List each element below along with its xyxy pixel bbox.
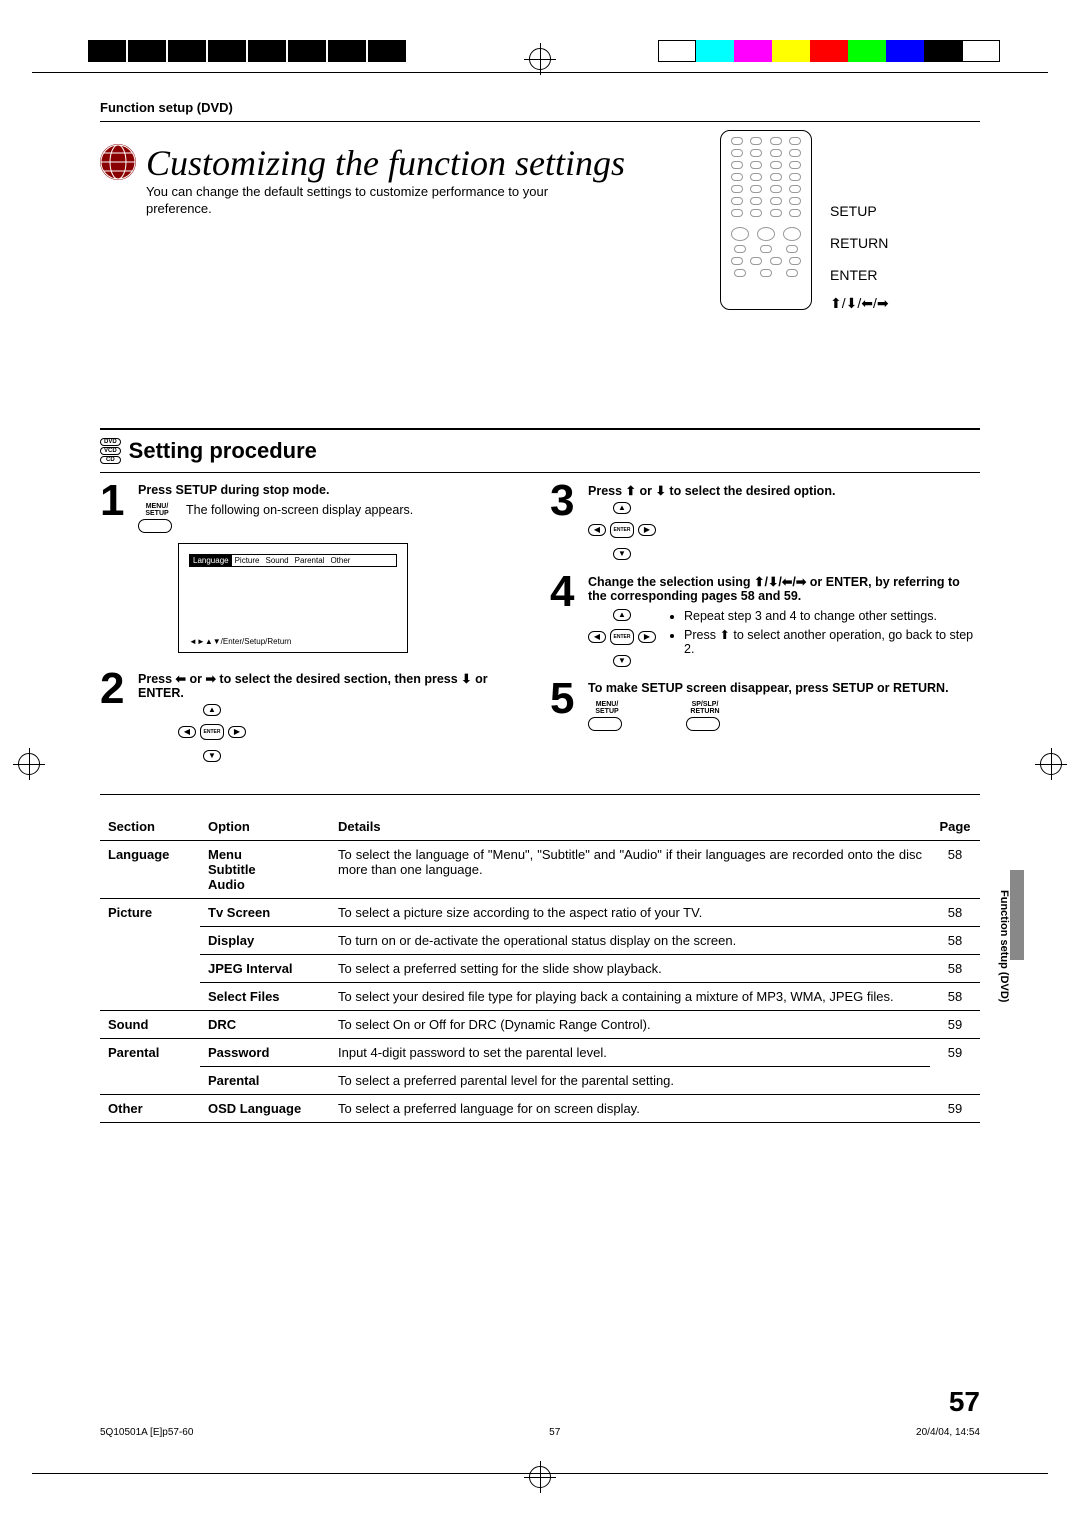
page-number: 57 [949, 1386, 980, 1418]
table-row: Select FilesTo select your desired file … [100, 982, 980, 1010]
step-4: 4 Change the selection using ⬆/⬇/⬅/➡ or … [550, 574, 980, 667]
crosshair-icon [18, 753, 40, 775]
dpad-icon: ▲▼ ◀▶ ENTER [588, 609, 656, 667]
step-1: 1 Press SETUP during stop mode. MENU/ SE… [100, 483, 530, 657]
table-row: LanguageMenu Subtitle AudioTo select the… [100, 840, 980, 898]
page-title: Customizing the function settings [146, 142, 625, 184]
crosshair-icon [1040, 753, 1062, 775]
section-header: Function setup (DVD) [100, 100, 980, 115]
step-4-bullet: Press ⬆ to select another operation, go … [684, 627, 980, 656]
step-4-bullet: Repeat step 3 and 4 to change other sett… [684, 609, 980, 623]
setup-button-icon: MENU/ SETUP [138, 503, 176, 533]
options-table: Section Option Details Page LanguageMenu… [100, 813, 980, 1123]
setup-button-icon: MENU/ SETUP [588, 701, 626, 731]
step-2: 2 Press ⬅ or ➡ to select the desired sec… [100, 671, 530, 762]
step-1-head: Press SETUP during stop mode. [138, 483, 530, 497]
remote-label-return: RETURN [830, 227, 888, 259]
crosshair-icon [529, 48, 551, 70]
table-row: OtherOSD LanguageTo select a preferred l… [100, 1094, 980, 1122]
section-title: Setting procedure [129, 438, 317, 464]
remote-label-enter: ENTER [830, 259, 888, 291]
table-row: DisplayTo turn on or de-activate the ope… [100, 926, 980, 954]
dpad-icon: ▲▼ ◀▶ ENTER [588, 502, 656, 560]
step-3: 3 Press ⬆ or ⬇ to select the desired opt… [550, 483, 980, 560]
table-row: ParentalTo select a preferred parental l… [100, 1066, 980, 1094]
remote-label-setup: SETUP [830, 195, 888, 227]
osd-preview: Language Picture Sound Parental Other ◄►… [178, 543, 408, 653]
table-row: ParentalPasswordInput 4-digit password t… [100, 1038, 980, 1066]
footer: 5Q10501A [E]p57-60 57 20/4/04, 14:54 [100, 1427, 980, 1438]
table-row: JPEG IntervalTo select a preferred setti… [100, 954, 980, 982]
table-row: PictureTv ScreenTo select a picture size… [100, 898, 980, 926]
step-5: 5 To make SETUP screen disappear, press … [550, 681, 980, 731]
side-tab: Function setup (DVD) [998, 890, 1010, 1002]
disc-badges: DVD VCD CD [100, 438, 121, 464]
globe-icon [100, 144, 136, 180]
remote-diagram: SETUP RETURN ENTER ⬆/⬇/⬅/➡ [720, 130, 980, 310]
registration-marks [0, 40, 1080, 70]
thumb-tab [1010, 870, 1024, 960]
dpad-icon: ▲▼ ◀▶ ENTER [178, 704, 246, 762]
step-5-head: To make SETUP screen disappear, press SE… [588, 681, 980, 695]
divider [100, 121, 980, 122]
crop-line [32, 72, 1048, 73]
crosshair-icon [529, 1466, 551, 1488]
intro-text: You can change the default settings to c… [146, 184, 606, 218]
table-row: SoundDRCTo select On or Off for DRC (Dyn… [100, 1010, 980, 1038]
arrow-icons: ⬆/⬇/⬅/➡ [830, 295, 889, 312]
step-1-text: The following on-screen display appears. [186, 503, 413, 517]
return-button-icon: SP/SLP/ RETURN [686, 701, 724, 731]
